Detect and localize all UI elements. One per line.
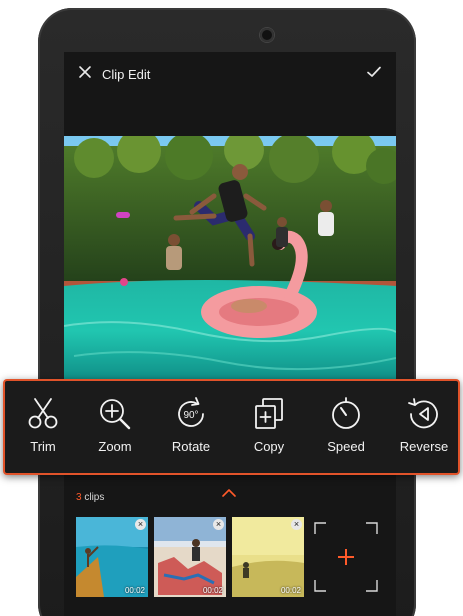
app-screen: Clip Edit 3 clips × 00:02 × 00:02 × 00:0…	[64, 52, 396, 616]
close-icon[interactable]	[78, 65, 92, 79]
clips-count-label: 3 clips	[76, 492, 104, 503]
clips-label: clips	[84, 492, 105, 503]
edit-toolbar: Trim Zoom 90° Rotate Copy Speed Reverse	[3, 379, 460, 475]
clip-thumbnail[interactable]: × 00:02	[232, 517, 304, 597]
copy-icon	[255, 398, 283, 429]
rotate-badge: 90°	[183, 410, 198, 421]
speed-label: Speed	[327, 439, 365, 454]
reverse-button[interactable]: Reverse	[386, 395, 462, 465]
top-bar: Clip Edit	[64, 52, 396, 96]
front-camera	[260, 28, 274, 42]
video-preview[interactable]	[64, 136, 396, 382]
preview-image	[64, 136, 396, 382]
reverse-label: Reverse	[399, 439, 449, 454]
clips-count: 3	[76, 492, 82, 503]
reverse-icon	[408, 398, 438, 429]
checkmark-icon[interactable]	[366, 64, 382, 80]
zoom-in-icon	[100, 399, 131, 430]
chevron-up-icon[interactable]	[222, 488, 236, 498]
trim-label: Trim	[30, 439, 56, 454]
add-clip-button[interactable]	[314, 522, 378, 592]
page-title: Clip Edit	[102, 67, 151, 82]
rotate-icon: 90°	[178, 397, 204, 427]
clip-duration: 00:02	[202, 586, 223, 595]
speedometer-icon	[332, 397, 360, 429]
zoom-button[interactable]: Zoom	[77, 395, 153, 465]
rotate-label: Rotate	[171, 439, 211, 454]
copy-button[interactable]: Copy	[231, 395, 307, 465]
clip-duration: 00:02	[124, 586, 145, 595]
speed-button[interactable]: Speed	[308, 395, 384, 465]
remove-clip-icon[interactable]: ×	[135, 519, 146, 530]
clip-thumbnail[interactable]: × 00:02	[76, 517, 148, 597]
clip-duration: 00:02	[280, 586, 301, 595]
clip-thumbnail[interactable]: × 00:02	[154, 517, 226, 597]
remove-clip-icon[interactable]: ×	[291, 519, 302, 530]
copy-label: Copy	[253, 439, 285, 454]
zoom-label: Zoom	[98, 439, 132, 454]
trim-button[interactable]: Trim	[5, 395, 81, 465]
rotate-button[interactable]: 90° Rotate	[153, 395, 229, 465]
remove-clip-icon[interactable]: ×	[213, 519, 224, 530]
scissors-icon	[28, 398, 58, 429]
